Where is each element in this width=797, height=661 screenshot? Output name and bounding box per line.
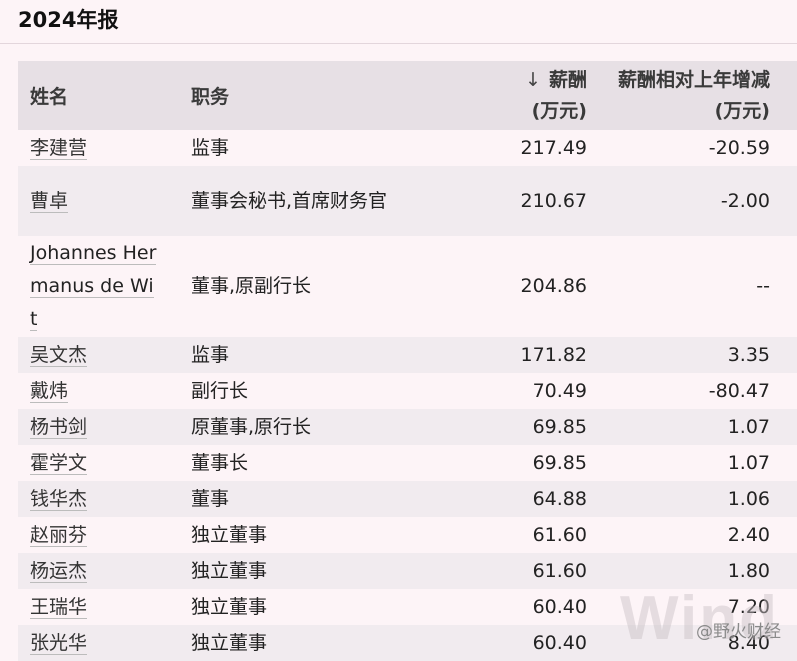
header-salary-unit: (万元): [531, 99, 587, 122]
role-cell: 监事: [191, 136, 230, 159]
salary-cell: 64.88: [532, 487, 587, 510]
role-cell: 董事,原副行长: [191, 275, 312, 297]
change-cell: 3.35: [727, 343, 770, 366]
role-cell: 独立董事: [191, 523, 268, 546]
header-salary[interactable]: ↓ 薪酬 (万元): [412, 61, 587, 130]
header-role[interactable]: 职务: [181, 61, 412, 130]
change-cell: 1.06: [727, 487, 770, 510]
person-name-link[interactable]: 王瑞华: [30, 595, 88, 619]
table-row: 赵丽芬 独立董事 61.60 2.40: [18, 517, 797, 553]
salary-cell: 217.49: [520, 136, 587, 159]
role-cell: 独立董事: [191, 559, 268, 582]
change-cell: 2.40: [727, 523, 770, 546]
salary-cell: 204.86: [520, 275, 587, 297]
header-change-unit: (万元): [714, 99, 770, 122]
role-cell: 独立董事: [191, 595, 268, 618]
person-name-link[interactable]: 赵丽芬: [30, 523, 88, 547]
table-row: 吴文杰 监事 171.82 3.35: [18, 337, 797, 373]
person-name-link[interactable]: 霍学文: [30, 451, 88, 475]
person-name-link[interactable]: 李建营: [30, 136, 88, 160]
change-cell: --: [756, 275, 770, 297]
person-name-link[interactable]: 杨书剑: [30, 415, 88, 439]
header-change[interactable]: 薪酬相对上年增减 (万元): [587, 61, 797, 130]
header-salary-label: 薪酬: [548, 68, 587, 91]
table-row: 霍学文 董事长 69.85 1.07: [18, 445, 797, 481]
role-cell: 董事长: [191, 451, 249, 474]
header-change-label: 薪酬相对上年增减: [617, 68, 770, 91]
salary-cell: 61.60: [532, 559, 587, 582]
table-row: Johannes Hermanus de Wit 董事,原副行长 204.86 …: [18, 236, 797, 337]
person-name-link[interactable]: 杨运杰: [30, 559, 88, 583]
table-row: 曹卓 董事会秘书,首席财务官 210.67 -2.00: [18, 166, 797, 236]
salary-cell: 60.40: [532, 631, 587, 654]
salary-cell: 69.85: [532, 451, 587, 474]
salary-cell: 69.85: [532, 415, 587, 438]
person-name-link[interactable]: Johannes Hermanus de Wit: [30, 242, 157, 331]
role-cell: 董事会秘书,首席财务官: [191, 189, 388, 212]
salary-cell: 171.82: [520, 343, 587, 366]
person-name-link[interactable]: 戴炜: [30, 379, 69, 403]
person-name-link[interactable]: 钱华杰: [30, 487, 88, 511]
table-row: 钱华杰 董事 64.88 1.06: [18, 481, 797, 517]
change-cell: 1.07: [727, 451, 770, 474]
table-row: 杨书剑 原董事,原行长 69.85 1.07: [18, 409, 797, 445]
role-cell: 副行长: [191, 379, 249, 402]
role-cell: 独立董事: [191, 631, 268, 654]
salary-cell: 70.49: [532, 379, 587, 402]
table-row: 李建营 监事 217.49 -20.59: [18, 130, 797, 166]
header-name[interactable]: 姓名: [18, 61, 181, 130]
role-cell: 董事: [191, 487, 230, 510]
report-title: 2024年报: [18, 8, 119, 32]
compensation-table: 姓名 职务 ↓ 薪酬 (万元) 薪酬相对上年增减 (万元) 李建营 监事 217.…: [18, 61, 797, 661]
table-row: 戴炜 副行长 70.49 -80.47: [18, 373, 797, 409]
change-cell: -2.00: [720, 189, 770, 212]
person-name-link[interactable]: 曹卓: [30, 189, 69, 213]
change-cell: -80.47: [708, 379, 770, 402]
salary-cell: 61.60: [532, 523, 587, 546]
person-name-link[interactable]: 吴文杰: [30, 343, 88, 367]
role-cell: 监事: [191, 343, 230, 366]
sort-down-arrow-icon[interactable]: ↓: [525, 69, 541, 91]
salary-cell: 210.67: [520, 189, 587, 212]
person-name-link[interactable]: 张光华: [30, 631, 88, 655]
role-cell: 原董事,原行长: [191, 415, 312, 438]
table-header-row: 姓名 职务 ↓ 薪酬 (万元) 薪酬相对上年增减 (万元): [18, 61, 797, 130]
title-divider: [0, 43, 797, 44]
change-cell: -20.59: [708, 136, 770, 159]
source-credit: @野火财经: [696, 622, 781, 642]
change-cell: 1.07: [727, 415, 770, 438]
salary-cell: 60.40: [532, 595, 587, 618]
